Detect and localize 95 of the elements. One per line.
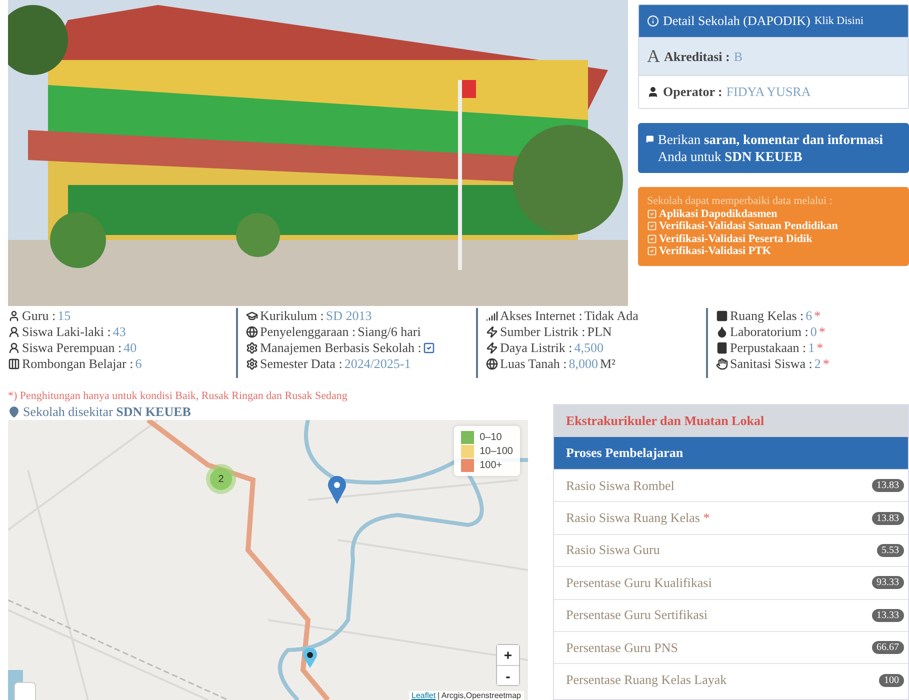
stat-value: 4,500 — [574, 340, 604, 356]
metric-badge: 13.83 — [872, 512, 904, 525]
stat-label: Perpustakaan : — [730, 340, 806, 356]
stat-value: 15 — [58, 308, 71, 324]
stat-label: Semester Data : — [260, 356, 342, 372]
lightning-icon — [486, 342, 498, 354]
legend-label: 100+ — [480, 460, 502, 470]
operator-label: Operator : — [663, 84, 722, 100]
user-icon — [8, 310, 20, 322]
legend-label: 0–10 — [480, 432, 502, 442]
stat-value: Tidak Ada — [584, 308, 638, 324]
map-pin-icon[interactable] — [303, 648, 317, 668]
metric-label: Persentase Guru Sertifikasi — [566, 607, 708, 624]
metric-label: Rasio Siswa Guru — [566, 542, 660, 558]
person-icon — [8, 342, 20, 354]
stat-value: 40 — [124, 340, 137, 356]
stat-value: 43 — [112, 324, 126, 340]
stat-value: Siang/6 hari — [358, 324, 421, 340]
lightning-icon — [486, 326, 498, 338]
stat-value: 6 — [806, 308, 812, 324]
stat-value: SD 2013 — [326, 308, 372, 324]
stat-value: 8,000 — [568, 356, 598, 372]
note-mark: * — [822, 356, 830, 372]
metric-label: Rasio Siswa Ruang Kelas * — [566, 510, 710, 526]
stat-label: Ruang Kelas : — [730, 308, 804, 324]
checkbox-icon — [647, 234, 657, 244]
settings-icon — [246, 342, 258, 354]
stat-label: Siswa Perempuan : — [22, 340, 122, 356]
checkbox-icon — [647, 221, 657, 232]
cluster-marker[interactable]: 2 — [206, 464, 236, 494]
user-icon — [647, 86, 659, 98]
stat-value: 2 — [814, 356, 821, 372]
section-tab[interactable]: Ekstrakurikuler dan Muatan Lokal — [554, 405, 908, 437]
metric-label: Persentase Ruang Kelas Layak — [566, 672, 727, 688]
stat-unit: M² — [600, 356, 616, 372]
stat-label: Sumber Listrik : — [500, 324, 586, 340]
drop-icon — [716, 326, 728, 338]
stat-label: Luas Tanah : — [500, 356, 567, 372]
info-icon — [647, 15, 659, 27]
accreditation-value: B — [734, 48, 743, 64]
signal-icon — [486, 310, 498, 322]
metric-label: Persentase Guru Kualifikasi — [566, 574, 712, 591]
person-icon — [8, 326, 20, 338]
accreditation-label: Akreditasi : — [664, 48, 730, 64]
stat-label: Guru : — [22, 308, 56, 324]
stat-label: Laboratorium : — [730, 324, 808, 340]
comment-icon — [646, 133, 654, 145]
update-intro: Sekolah dapat memperbaiki data melalui : — [647, 195, 834, 208]
operator-value: FIDYA YUSRA — [726, 84, 811, 100]
metric-badge: 13.83 — [872, 479, 904, 492]
map-attribution: | Arcgis,Openstreetmap — [438, 691, 521, 700]
globe-icon — [246, 326, 258, 338]
note-mark: * — [818, 324, 826, 340]
stat-value: 1 — [808, 340, 815, 356]
checkbox-icon — [647, 208, 657, 219]
hand-icon — [716, 358, 728, 370]
location-icon — [8, 406, 20, 418]
book-icon — [716, 342, 728, 354]
stat-label: Siswa Laki-laki : — [22, 324, 111, 340]
metric-badge: 13.33 — [872, 608, 904, 622]
metric-badge: 100 — [879, 674, 904, 687]
feedback-button[interactable]: Berikan saran, komentar dan informasi Anda untuk SDN KEUEB — [638, 123, 909, 173]
stat-value: 6 — [135, 356, 142, 372]
metric-badge: 5.53 — [876, 544, 904, 557]
panel-title: Detail Sekolah (DAPODIK) — [663, 13, 810, 29]
leaflet-link[interactable]: Leaflet — [412, 691, 436, 700]
stat-label: Daya Listrik : — [500, 340, 572, 356]
stat-label: Rombongan Belajar : — [22, 356, 134, 372]
columns-icon — [8, 358, 20, 370]
accreditation-icon: A — [647, 46, 660, 67]
metric-badge: 93.33 — [872, 576, 904, 590]
checkbox-icon — [647, 246, 657, 256]
footnote: *) Penghitungan hanya untuk kondisi Baik, Rusak Ringan dan Rusak Sedang — [7, 390, 348, 402]
graduation-cap-icon — [246, 310, 258, 322]
settings-icon — [246, 358, 258, 370]
note-mark: * — [814, 308, 821, 324]
stat-value: PLN — [587, 324, 612, 340]
zoom-out-button[interactable]: - — [497, 665, 519, 685]
legend-label: 10–100 — [480, 446, 513, 456]
stat-value: 0 — [810, 324, 817, 340]
metric-badge: 66.67 — [872, 641, 904, 654]
metric-label: Persentase Guru PNS — [566, 640, 678, 656]
stat-label: Manajemen Berbasis Sekolah : — [260, 340, 422, 356]
nearby-title: Sekolah disekitar SDN KEUEB — [23, 404, 191, 420]
square-icon — [716, 310, 728, 322]
stat-value: 2024/2025-1 — [344, 356, 411, 372]
stat-label: Kurikulum : — [260, 308, 324, 324]
stat-label: Akses Internet : — [500, 308, 582, 324]
metric-label: Rasio Siswa Rombel — [566, 478, 674, 494]
stat-label: Penyelenggaraan : — [260, 324, 356, 340]
globe-icon — [486, 358, 498, 370]
stat-label: Sanitasi Siswa : — [730, 356, 812, 372]
section-tab[interactable]: Proses Pembelajaran — [554, 437, 908, 469]
note-mark: * — [816, 340, 824, 356]
detail-link[interactable]: Klik Disini — [814, 15, 864, 27]
